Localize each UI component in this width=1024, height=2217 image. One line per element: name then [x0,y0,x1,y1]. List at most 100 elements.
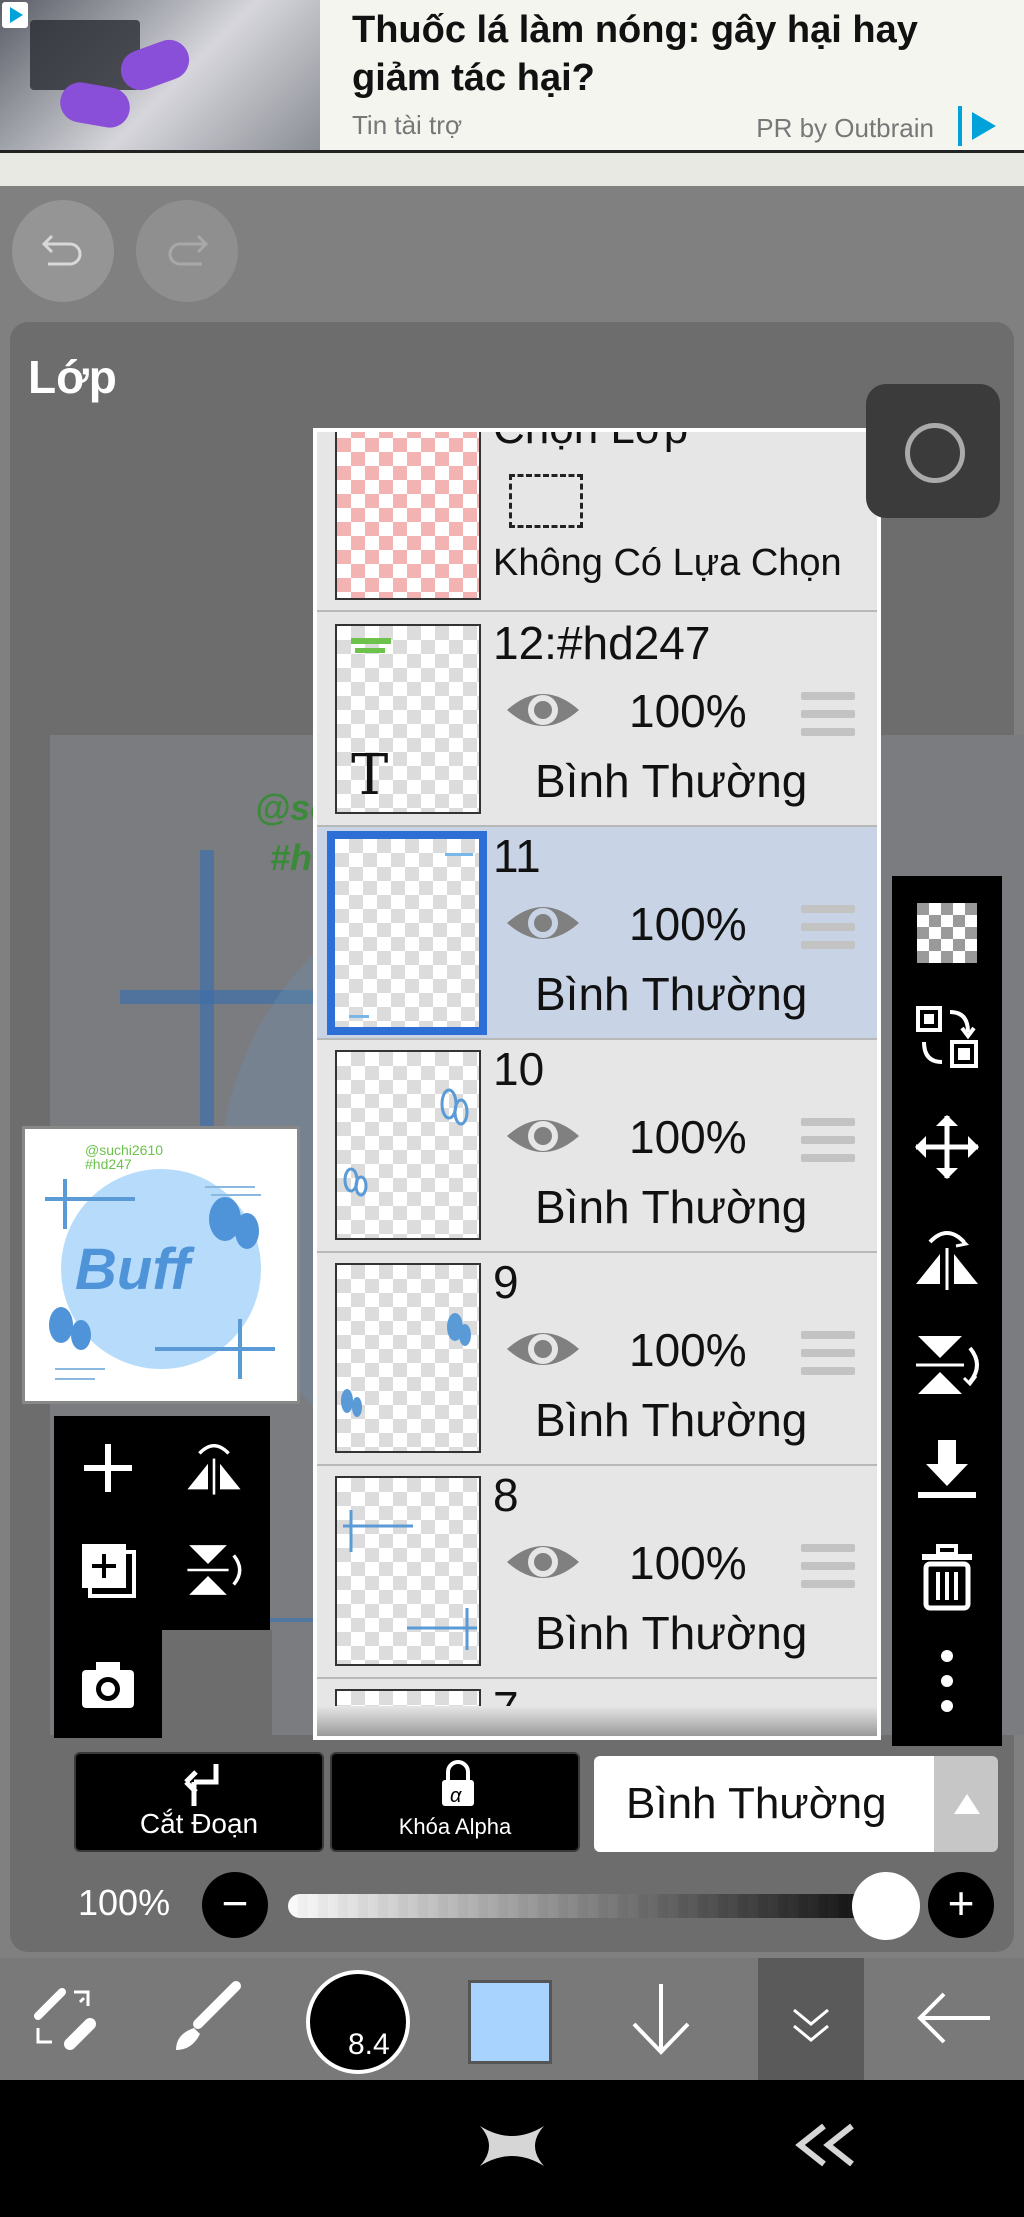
visibility-eye-icon[interactable] [503,1532,583,1592]
layer-row-selected[interactable]: 11 100% Bình Thường [317,827,877,1040]
move-layer-down-icon[interactable] [626,1978,696,2058]
flip-horizontal-icon[interactable] [912,1224,982,1294]
blend-mode-dropdown-icon[interactable] [934,1756,998,1852]
opacity-slider-track[interactable] [288,1894,888,1918]
chevron-double-down-icon [793,2008,829,2042]
alpha-lock-label: Khóa Alpha [398,1814,512,1839]
redo-icon [168,234,209,266]
selection-layer-title: Chọn Lớp [493,428,689,453]
visibility-eye-icon[interactable] [503,893,583,953]
brush-tool-icon[interactable] [166,1978,246,2058]
layer-tools-toolbar [892,876,1002,1746]
layer-list[interactable]: Chọn Lớp Không Có Lựa Chọn T 12:#hd247 1… [313,428,881,1740]
back-arrow-icon[interactable] [914,1978,994,2058]
home-gesture-icon[interactable] [476,2116,548,2176]
layer-opacity: 100% [629,1324,747,1376]
visibility-eye-icon[interactable] [503,1319,583,1379]
ad-divider [0,150,1024,186]
layer-name[interactable]: 9 [493,1255,519,1309]
brush-size-value: 8.4 [348,2028,390,2061]
selection-layer-thumbnail [335,432,481,600]
marquee-selection-icon [509,474,583,528]
ad-image[interactable] [0,0,320,150]
move-icon[interactable] [912,1112,982,1182]
redo-button[interactable] [136,200,238,302]
layer-row[interactable]: 9 100% Bình Thường [317,1253,877,1466]
duplicate-layer-icon[interactable] [78,1540,138,1600]
add-layer-icon[interactable] [80,1440,136,1496]
brush-size-indicator[interactable]: 8.4 [306,1970,410,2074]
layer-name[interactable]: 10 [493,1042,544,1096]
drag-handle-icon[interactable] [801,1544,855,1588]
clipping-button[interactable]: Cắt Đoạn [74,1752,324,1852]
layer-thumbnail [335,1050,481,1240]
selection-layer-row[interactable]: Chọn Lớp Không Có Lựa Chọn [317,432,877,612]
opacity-decrease-button[interactable]: − [202,1872,268,1938]
record-button[interactable] [866,384,1000,518]
visibility-eye-icon[interactable] [503,1106,583,1166]
ad-provider-label[interactable]: PR by Outbrain [756,113,934,144]
undo-button[interactable] [12,200,114,302]
panel-title: Lớp [28,351,117,403]
svg-text:Buff: Buff [75,1237,196,1302]
lock-icon: α [442,1760,474,1807]
clipping-arrow-icon [184,1764,219,1806]
drag-handle-icon[interactable] [801,905,855,949]
color-swatch[interactable] [468,1980,552,2064]
layer-opacity: 100% [629,1111,747,1163]
merge-down-icon[interactable] [912,1436,982,1506]
transform-tool-icon[interactable] [24,1978,104,2058]
layer-row[interactable]: T 12:#hd247 100% Bình Thường [317,614,877,827]
flip-horizontal-icon[interactable] [184,1438,244,1498]
transparency-checker-icon[interactable] [912,898,982,968]
camera-icon[interactable] [78,1658,138,1714]
opacity-value-label: 100% [78,1882,171,1923]
blend-mode-select[interactable]: Bình Thường [594,1756,934,1852]
ad-choices-icon[interactable] [2,2,28,28]
ad-banner[interactable]: Thuốc lá làm nóng: gây hại hay giảm tác … [0,0,1024,150]
list-scroll-fade [317,1706,877,1736]
layer-thumbnail [327,831,487,1035]
system-navigation-bar [0,2080,1024,2217]
layer-row[interactable]: 10 100% Bình Thường [317,1040,877,1253]
clipping-label: Cắt Đoạn [139,1808,259,1839]
more-options-icon[interactable] [912,1646,982,1716]
layer-blend-mode: Bình Thường [535,968,808,1020]
back-gesture-icon[interactable] [790,2120,860,2170]
layer-name[interactable]: 11 [493,829,541,883]
visibility-eye-icon[interactable] [503,680,583,740]
drag-handle-icon[interactable] [801,692,855,736]
outbrain-logo-icon[interactable] [958,106,1002,146]
layer-blend-mode: Bình Thường [535,755,808,807]
swap-layers-icon[interactable] [912,1002,982,1072]
undo-icon [41,234,82,266]
drag-handle-icon[interactable] [801,1118,855,1162]
delete-layer-icon[interactable] [912,1542,982,1612]
layer-thumbnail [335,1263,481,1453]
layer-blend-mode: Bình Thường [535,1607,808,1659]
opacity-slider-handle[interactable] [852,1872,920,1940]
layer-row[interactable]: 8 100% Bình Thường [317,1466,877,1679]
canvas-preview[interactable]: @suchi2610 #hd247 Buff [22,1126,300,1404]
layer-opacity: 100% [629,898,747,950]
flip-vertical-icon[interactable] [912,1330,982,1400]
layer-blend-mode: Bình Thường [535,1394,808,1446]
layer-opacity: 100% [629,1537,747,1589]
svg-text:#hd247: #hd247 [85,1156,132,1172]
flip-vertical-icon[interactable] [184,1540,244,1600]
preview-artwork: @suchi2610 #hd247 Buff [45,1142,275,1380]
ad-title[interactable]: Thuốc lá làm nóng: gây hại hay giảm tác … [352,6,1012,102]
svg-text:#h: #h [270,837,312,878]
layer-name[interactable]: 12:#hd247 [493,616,710,670]
layer-thumbnail [335,1476,481,1666]
text-layer-icon: T [351,743,389,808]
ad-sponsor-label: Tin tài trợ [352,110,462,140]
drag-handle-icon[interactable] [801,1331,855,1375]
toolbar-gap [162,1630,272,1740]
collapse-panel-button[interactable] [758,1958,864,2080]
layer-name[interactable]: 8 [493,1468,519,1522]
opacity-increase-button[interactable]: + [928,1872,994,1938]
alpha-lock-button[interactable]: α Khóa Alpha [330,1752,580,1852]
svg-text:α: α [450,1785,462,1807]
layer-opacity: 100% [629,685,747,737]
